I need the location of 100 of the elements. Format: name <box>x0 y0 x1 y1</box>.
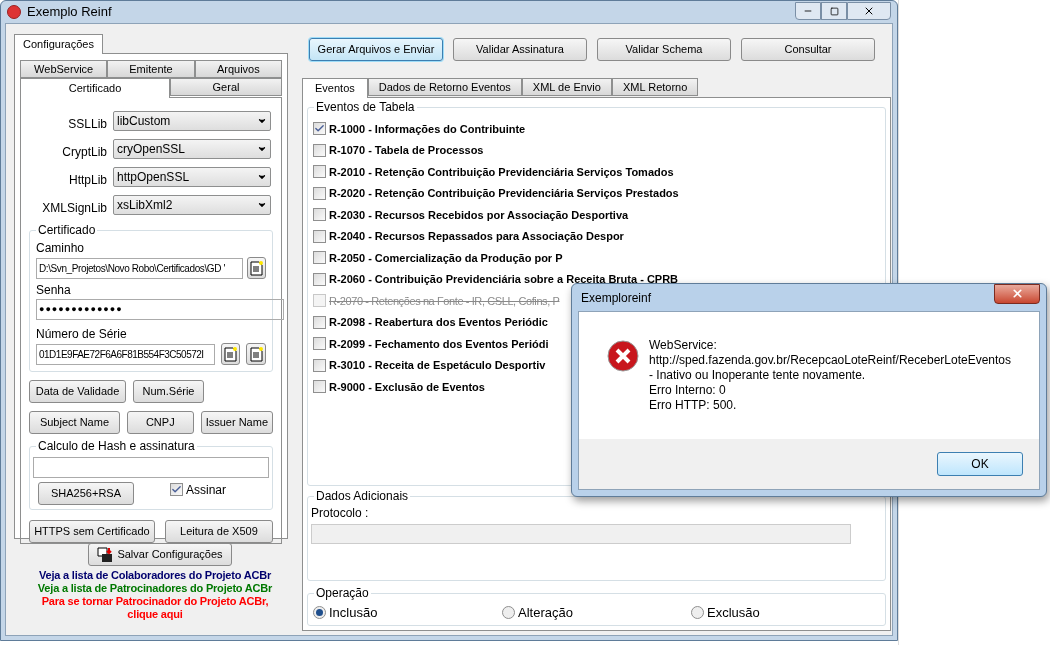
radio-button[interactable] <box>502 606 515 620</box>
tab[interactable]: Emitente <box>107 60 195 78</box>
event-label: R-1000 - Informações do Contribuinte <box>329 121 526 137</box>
event-label: R-2098 - Reabertura dos Eventos Periódic <box>329 315 548 330</box>
save-button[interactable]: Salvar Configurações <box>88 543 232 566</box>
tab[interactable]: Arquivos <box>194 60 282 78</box>
button[interactable]: CNPJ <box>126 411 194 434</box>
protocol-field[interactable] <box>311 524 851 545</box>
check-icon <box>171 484 182 495</box>
event-label: R-9000 - Exclusão de Eventos <box>329 379 485 395</box>
checkbox[interactable] <box>313 337 326 351</box>
group-title: Operação <box>314 585 371 600</box>
file-browse-button[interactable] <box>246 257 266 279</box>
button[interactable]: Subject Name <box>29 411 120 434</box>
button[interactable]: Issuer Name <box>200 411 273 434</box>
error-message-line: http://sped.fazenda.gov.br/RecepcaoLoteReinf/ReceberLoteEventos <box>649 353 1011 368</box>
button[interactable]: Num.Série <box>133 380 204 403</box>
dropdown[interactable]: xsLibXml2 <box>113 194 271 215</box>
maximize-button[interactable] <box>821 2 847 20</box>
field-label: HttpLib <box>67 171 108 189</box>
maximize-icon <box>829 6 839 16</box>
checkbox[interactable] <box>313 380 326 394</box>
file-browse-button[interactable] <box>220 343 241 365</box>
error-message-line: - Inativo ou Inoperante tente novamente. <box>649 368 867 383</box>
path-field[interactable]: D:\Svn_Projetos\Novo Robo\Certificados\GD ' <box>36 257 243 279</box>
tab[interactable]: Dados de Retorno Eventos <box>367 78 522 96</box>
button[interactable]: Gerar Arquivos e Enviar <box>309 38 443 61</box>
group-title: Certificado <box>36 223 98 237</box>
hash-field[interactable] <box>33 457 269 478</box>
app-logo-icon <box>7 5 21 19</box>
tab[interactable]: Certificado <box>20 78 170 98</box>
event-label: R-2050 - Comercialização da Produção por P <box>329 250 563 266</box>
radio-label: Inclusão <box>329 604 378 623</box>
button[interactable]: Leitura de X509 <box>164 520 273 543</box>
checkbox-label: Assinar <box>186 481 226 499</box>
radio-button[interactable] <box>313 606 326 620</box>
tab[interactable]: XML Retorno <box>611 78 699 96</box>
button[interactable]: HTTPS sem Certificado <box>29 520 155 543</box>
window-title: Exemplo Reinf <box>27 3 112 22</box>
group-title: Calculo de Hash e assinatura <box>36 439 197 453</box>
minimize-button[interactable] <box>795 2 821 20</box>
event-label: R-3010 - Receita de Espetáculo Desportiv <box>329 358 546 373</box>
close-icon <box>863 5 875 17</box>
event-label: R-2099 - Fechamento dos Eventos Periódi <box>329 336 549 352</box>
group-title: Eventos de Tabela <box>314 100 417 114</box>
checkbox[interactable] <box>313 229 326 243</box>
event-label: R-2020 - Retenção Contribuição Previdenciária Serviços Prestados <box>329 186 679 201</box>
tab[interactable]: XML de Envio <box>521 78 612 96</box>
radio-label: Alteração <box>518 604 573 623</box>
checkbox[interactable] <box>313 251 326 265</box>
checkbox[interactable] <box>313 143 326 157</box>
ok-button[interactable]: OK <box>937 452 1023 476</box>
event-label: R-2030 - Recursos Recebidos por Associação Desportiva <box>329 207 629 223</box>
error-message-line: Erro HTTP: 500. <box>649 398 738 413</box>
radio-button[interactable] <box>691 606 704 620</box>
checkbox[interactable] <box>313 165 326 179</box>
document-icon <box>249 260 263 276</box>
checkbox[interactable] <box>313 315 326 329</box>
field-label: CryptLib <box>61 143 108 161</box>
dialog-title: Exemploreinf <box>580 289 652 307</box>
field-label: XMLSignLib <box>41 199 108 217</box>
serial-field[interactable]: 01D1E9FAE72F6A6F81B554F3C50572I <box>36 343 215 365</box>
document-icon <box>249 346 263 362</box>
event-label: R-2010 - Retenção Contribuição Previdenciária Serviços Tomados <box>329 164 674 180</box>
button[interactable]: SHA256+RSA <box>38 482 134 505</box>
tab[interactable]: Geral <box>170 78 282 96</box>
tab[interactable]: WebService <box>20 60 108 78</box>
file-browse-button[interactable] <box>246 343 266 365</box>
field-label: Senha <box>36 282 72 299</box>
checkbox[interactable] <box>313 122 326 136</box>
field-label: Número de Série <box>36 326 128 343</box>
document-icon <box>224 346 238 362</box>
checkbox[interactable] <box>313 208 326 222</box>
dropdown[interactable]: cryOpenSSL <box>113 138 271 159</box>
checkbox[interactable] <box>313 358 326 372</box>
project-link[interactable]: Veja a lista de Colaboradores do Projeto ACBr <box>38 569 271 582</box>
event-label: R-2060 - Contribuição Previdenciária sobre a Receita Bruta - CPRB <box>329 272 679 287</box>
checkbox[interactable] <box>313 186 326 200</box>
error-icon <box>607 340 639 372</box>
dropdown[interactable]: httpOpenSSL <box>113 166 271 187</box>
field-label: SSLLib <box>67 115 108 133</box>
save-disk-icon <box>97 546 114 563</box>
dropdown[interactable]: libCustom <box>113 110 271 131</box>
checkbox[interactable] <box>170 483 183 496</box>
project-link[interactable]: Para se tornar Patrocinador do Projeto ACBr, clique aqui <box>30 595 280 621</box>
radio-label: Exclusão <box>707 604 760 623</box>
tab[interactable]: Configurações <box>14 34 103 54</box>
error-message-line: WebService: <box>649 338 718 353</box>
password-field[interactable]: ●●●●●●●●●●●●● <box>36 299 284 320</box>
close-button[interactable] <box>994 283 1040 304</box>
project-link[interactable]: Veja a lista de Patrocinadores do Projeto ACBr <box>37 582 273 595</box>
button[interactable]: Data de Validade <box>29 380 126 403</box>
checkbox[interactable] <box>313 272 326 286</box>
button[interactable]: Validar Assinatura <box>453 38 587 61</box>
close-icon <box>1010 287 1024 300</box>
tab[interactable]: Eventos <box>302 78 368 98</box>
field-label: Protocolo : <box>311 505 370 523</box>
field-label: Caminho <box>36 240 86 257</box>
button[interactable]: Consultar <box>741 38 875 61</box>
button[interactable]: Validar Schema <box>597 38 731 61</box>
